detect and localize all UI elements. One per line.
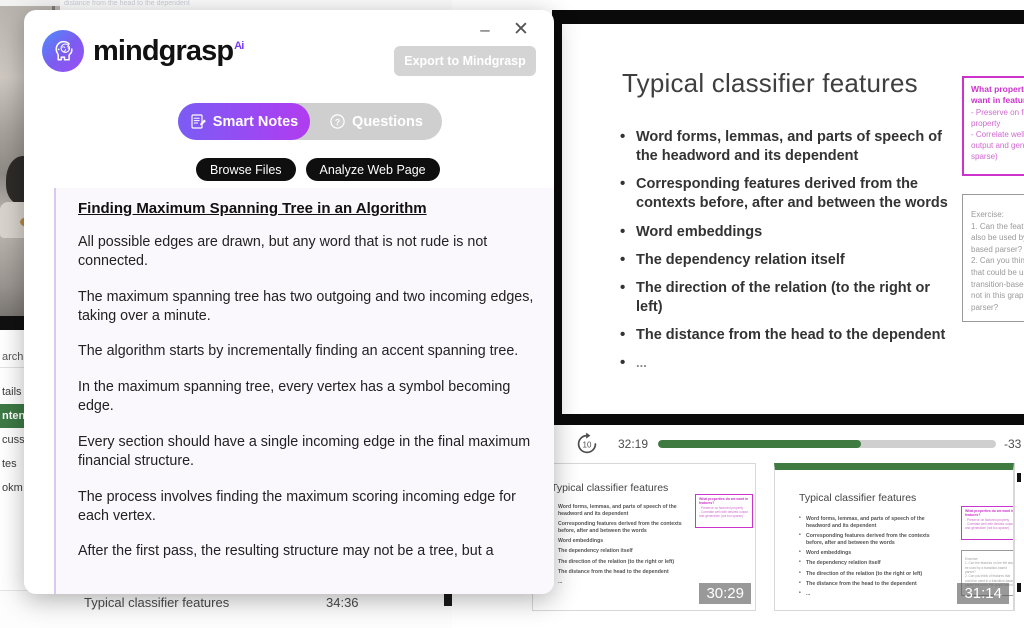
brand-name: mindgrasp	[93, 34, 234, 67]
thumbnail-bullet: Word forms, lemmas, and parts of speech …	[551, 503, 685, 518]
notes-paragraph: After the first pass, the resulting stru…	[78, 543, 494, 560]
thumbnail-bullet: Word embeddings	[799, 549, 945, 557]
export-to-mindgrasp-button[interactable]: Export to Mindgrasp	[394, 46, 536, 76]
thumbnail-bullet: The distance from the head to the depend…	[551, 568, 685, 576]
slide-callout-properties: What properties do we want in features? …	[962, 76, 1024, 176]
thumbnail-bullet: Corresponding features derived from the …	[551, 520, 685, 535]
background-bottom-time: 34:36	[326, 595, 359, 610]
thumbnail-bullet: Word embeddings	[551, 537, 685, 545]
background-bottom-title: Typical classifier features	[84, 595, 230, 610]
slide-callout-line: - Preserve on factored property	[971, 107, 1024, 128]
mindgrasp-brain-head-icon	[42, 30, 84, 72]
notes-paragraph: The maximum spanning tree has two outgoi…	[78, 288, 534, 324]
progress-bar[interactable]	[658, 440, 996, 448]
analyze-web-page-button[interactable]: Analyze Web Page	[305, 158, 440, 181]
slide-bullet-list: Word forms, lemmas, and parts of speech …	[620, 127, 950, 380]
thumbnail-bullet-list: Word forms, lemmas, and parts of speech …	[551, 503, 685, 589]
close-button[interactable]: ✕	[510, 20, 532, 44]
brand-wordmark: mindgraspAi	[93, 34, 244, 68]
thumbnail-slide-title: Typical classifier features	[799, 492, 917, 504]
notes-paragraph: In the maximum spanning tree, every vert…	[78, 379, 511, 415]
player-controls: 10 32:19 -33	[552, 425, 1024, 463]
thumbnail-bullet: ...	[551, 578, 685, 586]
video-stage[interactable]: Typical classifier features Word forms, …	[552, 10, 1024, 425]
thumbnail-timestamp: 30:29	[699, 583, 751, 604]
slide-bullet: The direction of the relation (to the ri…	[620, 278, 950, 317]
mindgrasp-window: – ✕ mindgraspAi Export to Mindgrasp Smar…	[24, 10, 554, 594]
slide-exercise-box: Exercise: 1. Can the features on the lef…	[962, 194, 1024, 322]
slide-bullet: The distance from the head to the depend…	[620, 325, 950, 345]
background-slide-text-fragment: distance from the head to the dependent	[64, 0, 190, 7]
notes-paragraph: Every section should have a single incom…	[78, 434, 531, 469]
presentation-slide: Typical classifier features Word forms, …	[562, 24, 1024, 414]
thumbnail-exercise-line: 1. Can the features on the left also be …	[965, 561, 1014, 574]
svg-text:10: 10	[583, 440, 592, 449]
thumbnail-bullet: ...	[799, 590, 945, 598]
slide-exercise-line: 1. Can the features on the left also be …	[971, 221, 1024, 254]
thumbnail-timestamp: 31:14	[957, 583, 1009, 604]
brand-ai-superscript: Ai	[234, 39, 244, 52]
action-buttons: Browse Files Analyze Web Page	[196, 158, 440, 181]
brand-lockup: mindgraspAi	[42, 30, 244, 72]
thumbnail-card[interactable]: Typical classifier features Word forms, …	[532, 463, 756, 611]
thumbnail-callout-heading: What properties do we want in features?	[699, 497, 748, 506]
thumbnail-bullet: The dependency relation itself	[551, 547, 685, 555]
thumbnail-callout: What properties do we want in features? …	[695, 494, 753, 528]
view-mode-toggle: Smart Notes ? Questions	[178, 103, 442, 140]
notes-paragraph: All possible edges are drawn, but any wo…	[78, 234, 488, 269]
slide-bullet: Corresponding features derived from the …	[620, 174, 950, 213]
thumbnail-bullet: The direction of the relation (to the ri…	[799, 570, 945, 578]
slide-exercise-line: Exercise:	[971, 210, 1004, 219]
smart-notes-panel[interactable]: Finding Maximum Spanning Tree in an Algo…	[54, 188, 554, 594]
browse-files-button[interactable]: Browse Files	[196, 158, 296, 181]
thumbnail-strip-edge	[1014, 463, 1022, 611]
tab-questions[interactable]: ? Questions	[310, 103, 442, 140]
thumbnail-callout: What properties do we want in features? …	[961, 506, 1014, 540]
svg-text:?: ?	[335, 117, 340, 127]
minimize-button[interactable]: –	[474, 21, 496, 44]
thumbnail-slide-title: Typical classifier features	[551, 482, 669, 494]
slide-bullet: ...	[620, 353, 950, 373]
screen: distance from the head to the dependent …	[0, 0, 1024, 628]
notes-pencil-icon	[190, 113, 207, 130]
tab-questions-label: Questions	[352, 113, 423, 130]
slide-title: Typical classifier features	[622, 68, 918, 98]
thumbnail-card[interactable]: Typical classifier features Word forms, …	[774, 463, 1014, 611]
question-circle-icon: ?	[329, 113, 346, 130]
slide-callout-line: - Correlate well with desired output and…	[971, 130, 1024, 162]
thumbnail-callout-heading: What properties do we want in features?	[965, 509, 1014, 518]
thumbnail-callout-line: - Correlate well with desired output and…	[699, 510, 749, 519]
smart-notes-content: Finding Maximum Spanning Tree in an Algo…	[56, 188, 554, 561]
thumbnail-bullet: The dependency relation itself	[799, 559, 945, 567]
thumbnail-callout-line: - Correlate well with desired output and…	[965, 522, 1014, 531]
notes-paragraph: The process involves finding the maximum…	[78, 488, 516, 524]
window-titlebar: – ✕	[434, 10, 554, 46]
tab-smart-notes-label: Smart Notes	[212, 113, 299, 130]
notes-heading: Finding Maximum Spanning Tree in an Algo…	[78, 200, 427, 217]
slide-bullet: Word forms, lemmas, and parts of speech …	[620, 127, 950, 166]
thumbnail-strip: Typical classifier features Word forms, …	[528, 463, 1024, 628]
tab-smart-notes[interactable]: Smart Notes	[178, 103, 310, 140]
thumbnail-bullet: The direction of the relation (to the ri…	[551, 558, 685, 566]
slide-bullet: Word embeddings	[620, 221, 950, 242]
thumbnail-edge-marker	[1017, 583, 1021, 592]
progress-bar-fill	[658, 440, 861, 448]
thumbnail-bullet-list: Word forms, lemmas, and parts of speech …	[799, 515, 945, 601]
slide-bullet: The dependency relation itself	[620, 250, 950, 270]
thumbnail-bullet: Corresponding features derived from the …	[799, 532, 945, 547]
background-bottom-bar: Typical classifier features 34:36	[0, 590, 456, 628]
thumbnail-bullet: The distance from the head to the depend…	[799, 580, 945, 588]
thumbnail-edge-marker	[1017, 473, 1021, 482]
notes-paragraph: The algorithm starts by incrementally fi…	[78, 343, 519, 360]
slide-callout-heading: What properties do we want in features?	[971, 84, 1024, 106]
remaining-time: -33	[1004, 437, 1022, 451]
thumbnail-bullet: Word forms, lemmas, and parts of speech …	[799, 515, 945, 530]
forward-10-icon[interactable]: 10	[574, 431, 600, 457]
current-time: 32:19	[618, 437, 649, 451]
slide-exercise-line: 2. Can you think of features that could …	[971, 256, 1024, 312]
notes-scrollbar[interactable]	[551, 192, 554, 594]
